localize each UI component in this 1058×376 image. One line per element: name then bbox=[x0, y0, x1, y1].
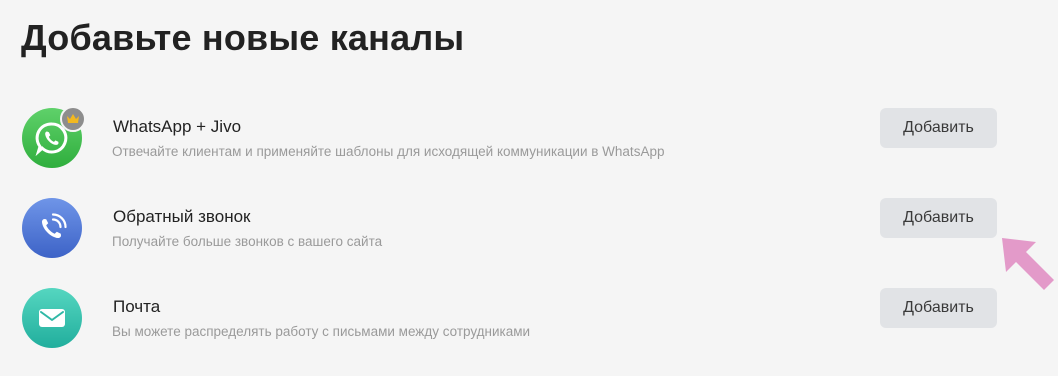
channel-title: Обратный звонок bbox=[113, 207, 251, 226]
channel-row-callback: Обратный звонок Получайте больше звонков… bbox=[0, 194, 1058, 264]
channel-description: Вы можете распределять работу с письмами… bbox=[112, 324, 531, 339]
channel-row-mail: Почта Вы можете распределять работу с пи… bbox=[0, 284, 1058, 354]
add-whatsapp-button[interactable]: Добавить bbox=[880, 108, 997, 148]
add-channels-page: Добавьте новые каналы WhatsApp + Jivo От… bbox=[0, 0, 1058, 376]
pointer-arrow-icon bbox=[1002, 238, 1054, 290]
add-mail-button[interactable]: Добавить bbox=[880, 288, 997, 328]
channel-row-whatsapp: WhatsApp + Jivo Отвечайте клиентам и при… bbox=[0, 104, 1058, 174]
channel-description: Отвечайте клиентам и применяйте шаблоны … bbox=[112, 144, 665, 159]
channel-title: WhatsApp + Jivo bbox=[113, 117, 242, 136]
add-callback-button[interactable]: Добавить bbox=[880, 198, 997, 238]
envelope-icon bbox=[22, 288, 82, 348]
channel-title: Почта bbox=[113, 297, 161, 316]
phone-call-icon bbox=[22, 198, 82, 258]
channel-description: Получайте больше звонков с вашего сайта bbox=[112, 234, 383, 249]
page-title: Добавьте новые каналы bbox=[21, 17, 465, 58]
crown-icon bbox=[60, 106, 86, 132]
